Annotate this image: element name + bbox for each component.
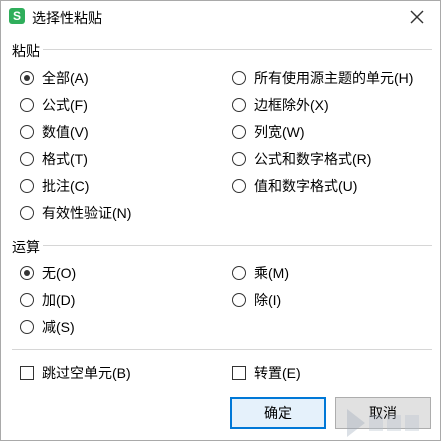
transpose-checkbox[interactable] (232, 366, 246, 380)
radio-button[interactable] (20, 98, 34, 112)
paste-option-values-number-formats[interactable]: 值和数字格式(U) (232, 176, 357, 196)
dialog-title: 选择性粘贴 (32, 10, 102, 26)
option-label: 乘(M) (254, 265, 289, 281)
paste-option-formats[interactable]: 格式(T) (20, 149, 88, 169)
skip-blanks-checkbox[interactable] (20, 366, 34, 380)
paste-option-formulas[interactable]: 公式(F) (20, 95, 88, 115)
radio-button[interactable] (20, 179, 34, 193)
paste-section-divider (43, 49, 432, 50)
option-label: 公式和数字格式(R) (254, 151, 372, 167)
radio-button[interactable] (20, 206, 34, 220)
paste-option-source-theme[interactable]: 所有使用源主题的单元(H) (232, 68, 413, 88)
paste-option-except-borders[interactable]: 边框除外(X) (232, 95, 329, 115)
operation-option-subtract[interactable]: 减(S) (20, 317, 75, 337)
operation-option-none[interactable]: 无(O) (20, 263, 76, 283)
paste-option-validation[interactable]: 有效性验证(N) (20, 203, 131, 223)
radio-button[interactable] (232, 152, 246, 166)
app-logo-icon: S (9, 8, 25, 24)
option-label: 列宽(W) (254, 124, 305, 140)
radio-button[interactable] (232, 71, 246, 85)
operation-option-add[interactable]: 加(D) (20, 290, 75, 310)
radio-button[interactable] (20, 293, 34, 307)
radio-button[interactable] (20, 71, 34, 85)
option-label: 加(D) (42, 292, 76, 308)
operation-option-divide[interactable]: 除(I) (232, 290, 281, 310)
radio-button[interactable] (20, 125, 34, 139)
option-label: 公式(F) (42, 97, 88, 113)
paste-option-formulas-number-formats[interactable]: 公式和数字格式(R) (232, 149, 371, 169)
option-label: 值和数字格式(U) (254, 178, 358, 194)
radio-button[interactable] (232, 179, 246, 193)
ok-button[interactable]: 确定 (230, 397, 326, 429)
operation-option-multiply[interactable]: 乘(M) (232, 263, 289, 283)
transpose-checkbox-row[interactable]: 转置(E) (232, 363, 301, 383)
operation-section-divider (43, 245, 432, 246)
radio-button[interactable] (232, 98, 246, 112)
title-bar: S 选择性粘贴 (1, 1, 440, 33)
radio-button[interactable] (232, 266, 246, 280)
paste-option-comments[interactable]: 批注(C) (20, 176, 89, 196)
paste-option-all[interactable]: 全部(A) (20, 68, 89, 88)
option-label: 有效性验证(N) (42, 205, 132, 221)
bottom-divider (12, 349, 432, 350)
option-label: 减(S) (42, 319, 75, 335)
paste-special-dialog: S 选择性粘贴 粘贴 全部(A) 公式(F) 数值(V) 格式(T) 批注(C)… (0, 0, 441, 441)
operation-section-heading: 运算 (12, 239, 40, 255)
option-label: 除(I) (254, 292, 282, 308)
close-button[interactable] (405, 5, 429, 29)
watermark-logo-icon (347, 409, 419, 437)
option-label: 数值(V) (42, 124, 89, 140)
radio-button[interactable] (20, 266, 34, 280)
option-label: 批注(C) (42, 178, 90, 194)
radio-button[interactable] (232, 125, 246, 139)
option-label: 无(O) (42, 265, 77, 281)
transpose-label: 转置(E) (254, 365, 301, 381)
option-label: 边框除外(X) (254, 97, 329, 113)
paste-section-heading: 粘贴 (12, 43, 40, 59)
skip-blanks-label: 跳过空单元(B) (42, 365, 131, 381)
option-label: 全部(A) (42, 70, 89, 86)
option-label: 格式(T) (42, 151, 88, 167)
radio-button[interactable] (232, 293, 246, 307)
close-icon (410, 10, 424, 24)
paste-option-column-widths[interactable]: 列宽(W) (232, 122, 305, 142)
radio-button[interactable] (20, 320, 34, 334)
skip-blanks-checkbox-row[interactable]: 跳过空单元(B) (20, 363, 131, 383)
paste-option-values[interactable]: 数值(V) (20, 122, 89, 142)
option-label: 所有使用源主题的单元(H) (254, 70, 414, 86)
radio-button[interactable] (20, 152, 34, 166)
